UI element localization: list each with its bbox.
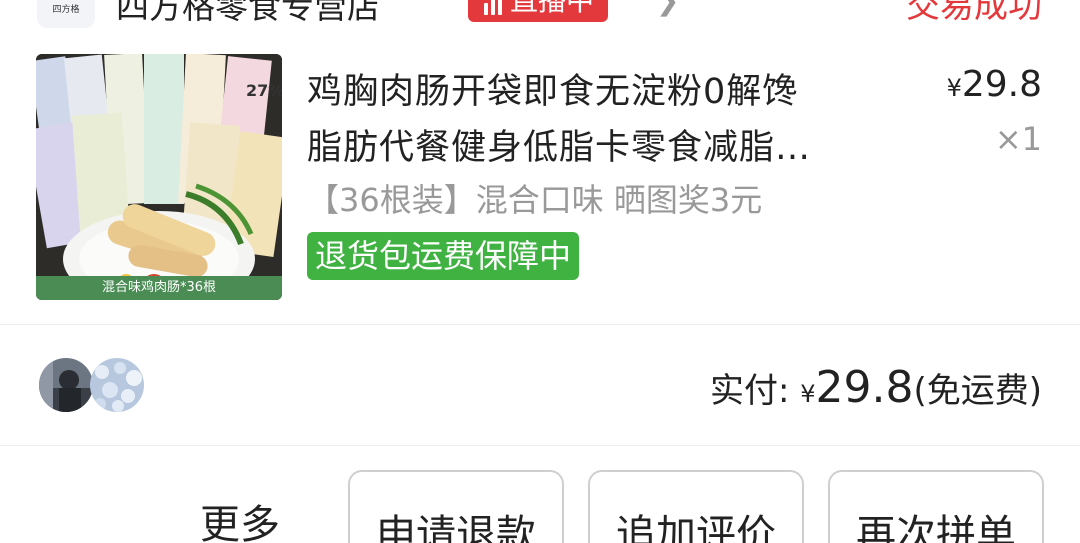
divider — [0, 324, 1080, 325]
product-photo-illustration: 27% — [36, 54, 282, 300]
paid-currency: ¥ — [800, 380, 816, 408]
svg-text:27%: 27% — [246, 81, 282, 100]
product-image[interactable]: 27% 混合味鸡肉肠*36根 — [36, 54, 282, 300]
live-bars-icon — [484, 0, 502, 15]
avatar-photo — [90, 358, 144, 412]
image-caption: 混合味鸡肉肠*36根 — [36, 276, 282, 300]
product-quantity: ×1 — [994, 120, 1042, 158]
shipping-note: (免运费) — [913, 371, 1042, 411]
product-variant: 【36根装】混合口味 晒图奖3元 — [307, 181, 763, 219]
regroup-button[interactable]: 再次拼单 — [828, 470, 1044, 543]
product-title-line-1: 鸡胸肉肠开袋即食无淀粉0解馋 — [307, 72, 799, 112]
return-shipping-guarantee-badge[interactable]: 退货包运费保障中 — [307, 232, 580, 280]
chevron-right-icon[interactable]: ❯ — [656, 0, 679, 17]
product-price: ¥29.8 — [947, 64, 1042, 105]
shop-logo-text: 四方格 — [52, 5, 80, 15]
more-button[interactable]: 更多 — [200, 492, 280, 543]
avatar[interactable] — [90, 358, 144, 412]
request-refund-button[interactable]: 申请退款 — [348, 470, 564, 543]
shop-header: 四方格 四方格零食专营店 直播中 ❯ 交易成功 — [0, 0, 1080, 28]
product-title[interactable]: 鸡胸肉肠开袋即食无淀粉0解馋 脂肪代餐健身低脂卡零食减脂… — [307, 64, 902, 176]
live-badge[interactable]: 直播中 — [468, 0, 609, 22]
avatar[interactable] — [39, 358, 93, 412]
avatar-photo — [39, 358, 93, 412]
divider — [0, 445, 1080, 446]
actual-payment: 实付: ¥29.8(免运费) — [710, 362, 1042, 413]
product-title-line-2: 脂肪代餐健身低脂卡零食减脂… — [307, 128, 812, 168]
paid-label: 实付: — [709, 371, 801, 411]
paid-amount: 29.8 — [815, 362, 914, 413]
shop-name[interactable]: 四方格零食专营店 — [116, 0, 380, 28]
add-review-button[interactable]: 追加评价 — [588, 470, 804, 543]
order-status: 交易成功 — [906, 0, 1042, 26]
shop-logo[interactable]: 四方格 — [37, 0, 95, 28]
price-currency: ¥ — [946, 74, 962, 102]
live-badge-label: 直播中 — [510, 0, 595, 17]
price-value: 29.8 — [961, 64, 1042, 105]
